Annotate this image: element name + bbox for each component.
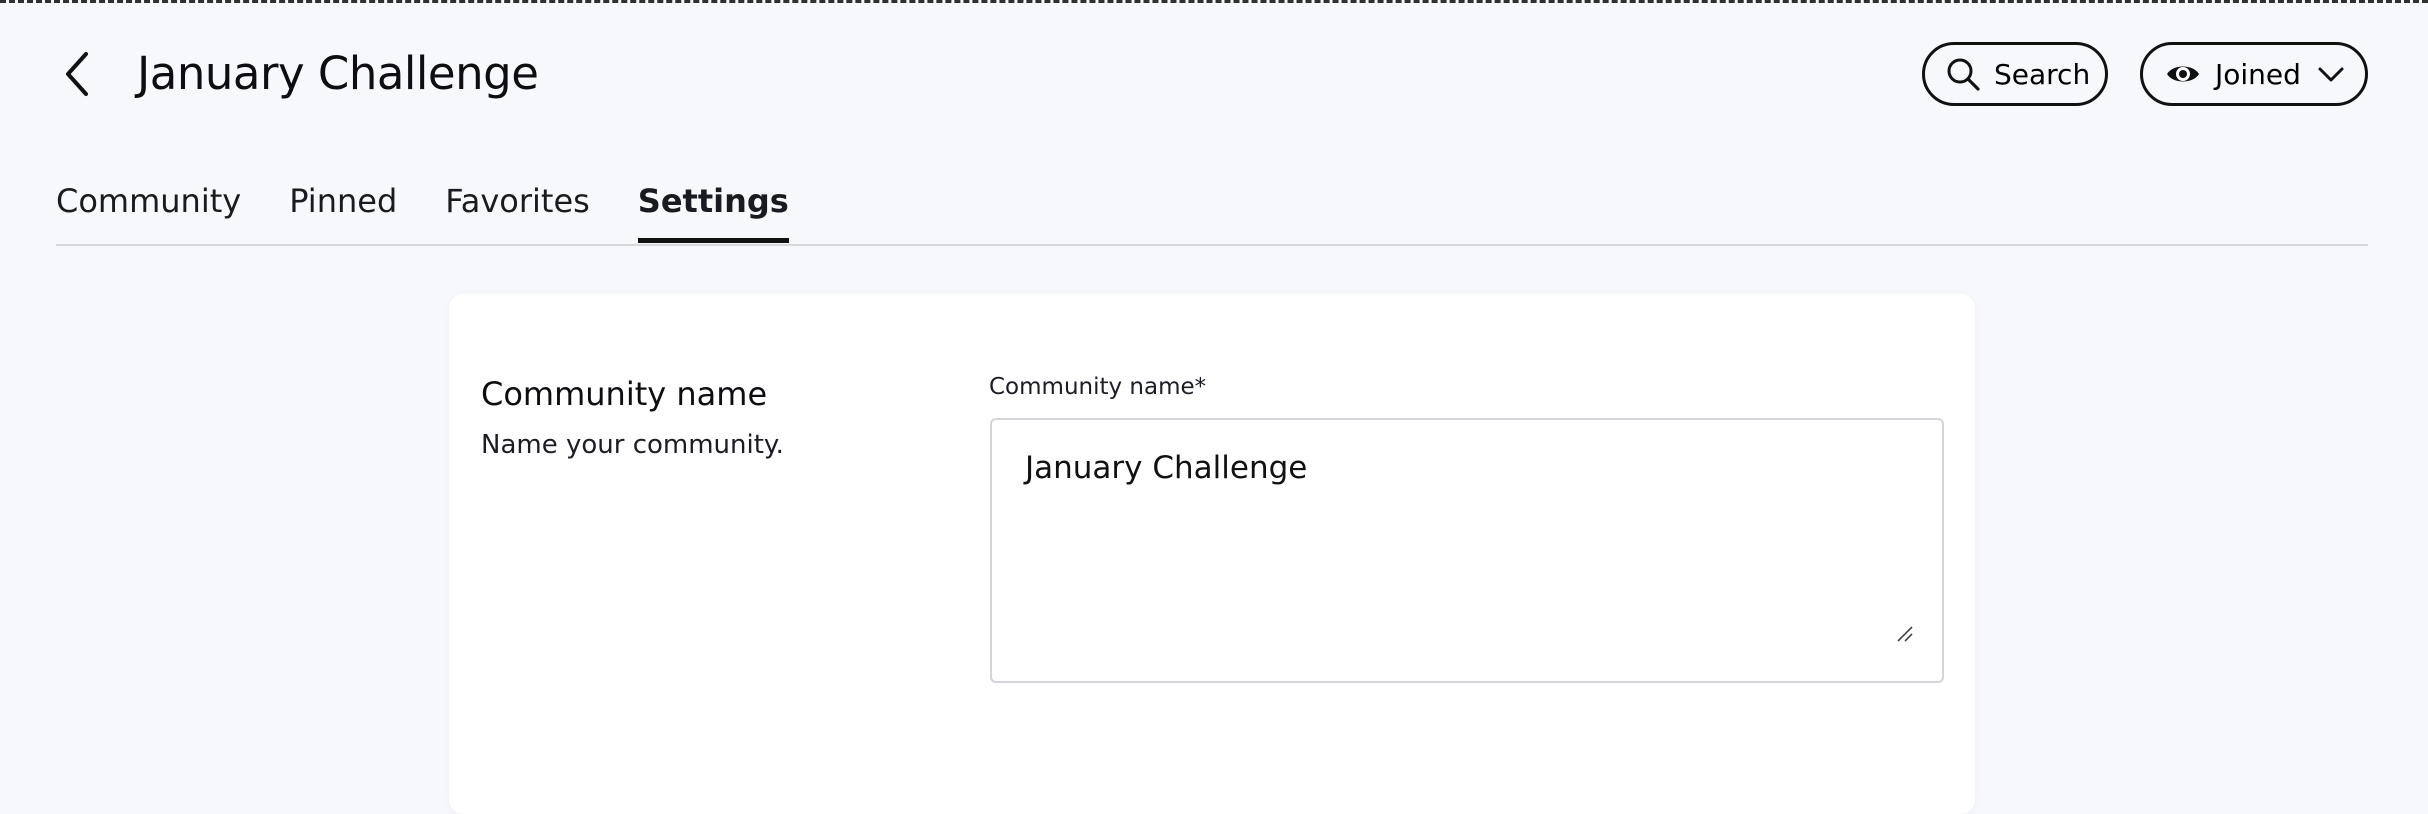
settings-card: Community name Name your community. Comm… [449,294,1975,814]
tab-favorites[interactable]: Favorites [445,170,590,243]
community-name-input[interactable] [990,418,1944,683]
section-description: Name your community. [481,430,784,460]
page-title: January Challenge [137,47,539,100]
tab-divider [56,244,2368,246]
membership-dropdown[interactable]: Joined [2140,42,2368,106]
tab-community[interactable]: Community [56,170,241,243]
community-name-label: Community name* [989,374,1207,400]
chevron-left-icon [66,52,88,96]
chevron-down-icon [2317,60,2345,88]
tab-pinned[interactable]: Pinned [289,170,397,243]
back-button[interactable] [50,46,106,102]
tab-bar: Community Pinned Favorites Settings [56,170,837,245]
eye-icon [2165,56,2201,92]
resize-handle-icon[interactable] [1896,625,1914,643]
tab-settings[interactable]: Settings [637,170,789,243]
page-header: January Challenge Search Joined [0,0,2428,150]
section-title: Community name [481,375,768,413]
community-name-field-wrapper [990,418,1944,683]
search-button[interactable]: Search [1922,42,2108,106]
search-icon [1945,56,1981,92]
search-button-label: Search [1994,57,2091,91]
membership-label: Joined [2215,57,2301,91]
